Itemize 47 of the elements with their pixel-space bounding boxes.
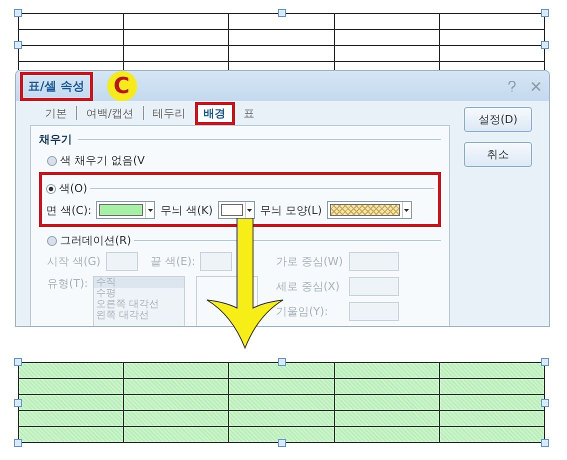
selection-handle[interactable] [541, 358, 549, 366]
caret-icon [404, 208, 410, 212]
option-label: 색 채우기 없음(V [60, 153, 145, 168]
tab[interactable]: 테두리 [144, 102, 195, 124]
cancel-button[interactable]: 취소 [464, 142, 532, 167]
field-label: 유형(T): [47, 276, 88, 291]
selection-handle[interactable] [278, 9, 286, 17]
close-icon[interactable] [531, 80, 541, 92]
field-label: 면 색(C): [46, 202, 92, 218]
selection-handle[interactable] [278, 439, 286, 447]
help-icon[interactable] [507, 80, 517, 92]
field-label: 기울임(Y): [276, 304, 330, 319]
tab[interactable]: 표 [234, 102, 264, 124]
color-dropdown[interactable] [218, 201, 255, 219]
color-dropdown[interactable] [96, 201, 156, 219]
field-label: 무늬 색(K) [160, 202, 213, 218]
ok-button[interactable]: 설정(D) [464, 107, 532, 132]
field-label: 끝 색(E): [150, 254, 196, 269]
selection-handle[interactable] [14, 9, 22, 17]
selection-handle[interactable] [14, 358, 22, 366]
callout-badge: C [106, 71, 137, 101]
tab[interactable]: 여백/캡션 [77, 102, 143, 124]
option-label: 그러데이션(R) [60, 233, 132, 248]
selection-handle[interactable] [541, 41, 549, 49]
pattern-dropdown[interactable] [326, 201, 412, 219]
tab[interactable]: 배경 [194, 102, 235, 124]
dialog-title: 표/셀 속성 [20, 72, 93, 100]
field-label: 시작 색(G) [47, 254, 101, 269]
selection-handle[interactable] [278, 358, 286, 366]
field-label: 가로 중심(W) [276, 254, 344, 269]
selection-handle[interactable] [14, 439, 22, 447]
table[interactable] [18, 13, 545, 70]
option-label: 색(O) [59, 181, 88, 196]
section-title: 채우기 [39, 132, 72, 147]
field-label: 세로 중심(X) [276, 279, 341, 294]
radio-button[interactable] [46, 184, 56, 194]
selection-handle[interactable] [14, 398, 22, 406]
caret-icon [148, 208, 153, 212]
selection-handle[interactable] [14, 41, 22, 49]
selection-handle[interactable] [541, 9, 549, 17]
radio-button[interactable] [47, 156, 57, 166]
tab[interactable]: 기본 [36, 102, 76, 124]
caret-icon [247, 208, 252, 212]
selection-handle[interactable] [541, 398, 549, 406]
selection-handle[interactable] [541, 439, 549, 447]
table[interactable] [18, 362, 545, 443]
field-label: 무늬 모양(L) [260, 202, 322, 218]
